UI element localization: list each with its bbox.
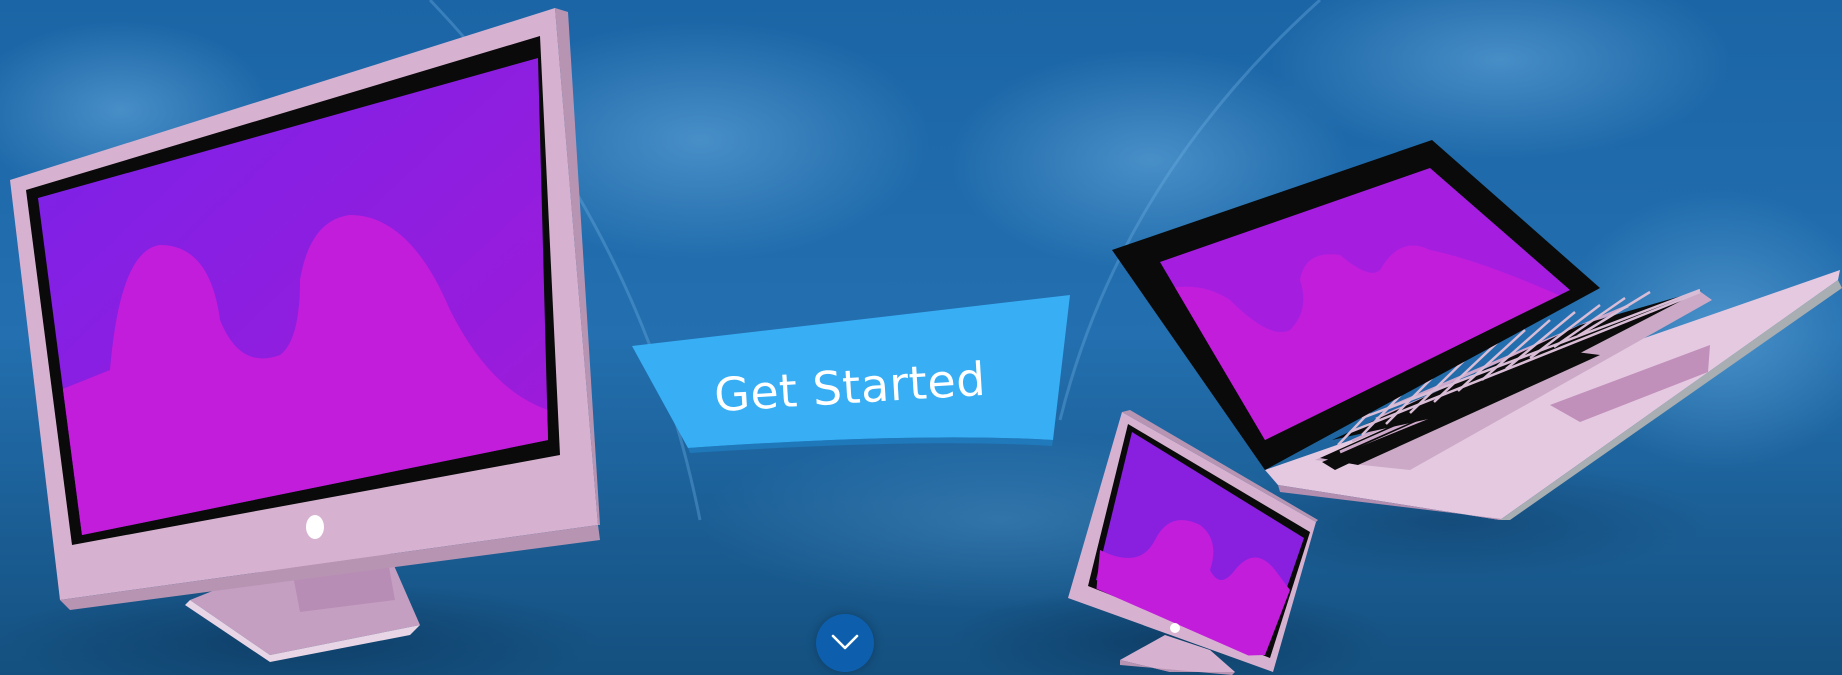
- desktop-monitor-illustration: [10, 8, 600, 662]
- hero-section: Get Started: [0, 0, 1842, 675]
- scroll-down-button[interactable]: [816, 614, 874, 672]
- chevron-down-icon: [831, 634, 859, 650]
- get-started-button[interactable]: Get Started: [620, 290, 1080, 480]
- small-monitor-illustration: [1068, 410, 1318, 675]
